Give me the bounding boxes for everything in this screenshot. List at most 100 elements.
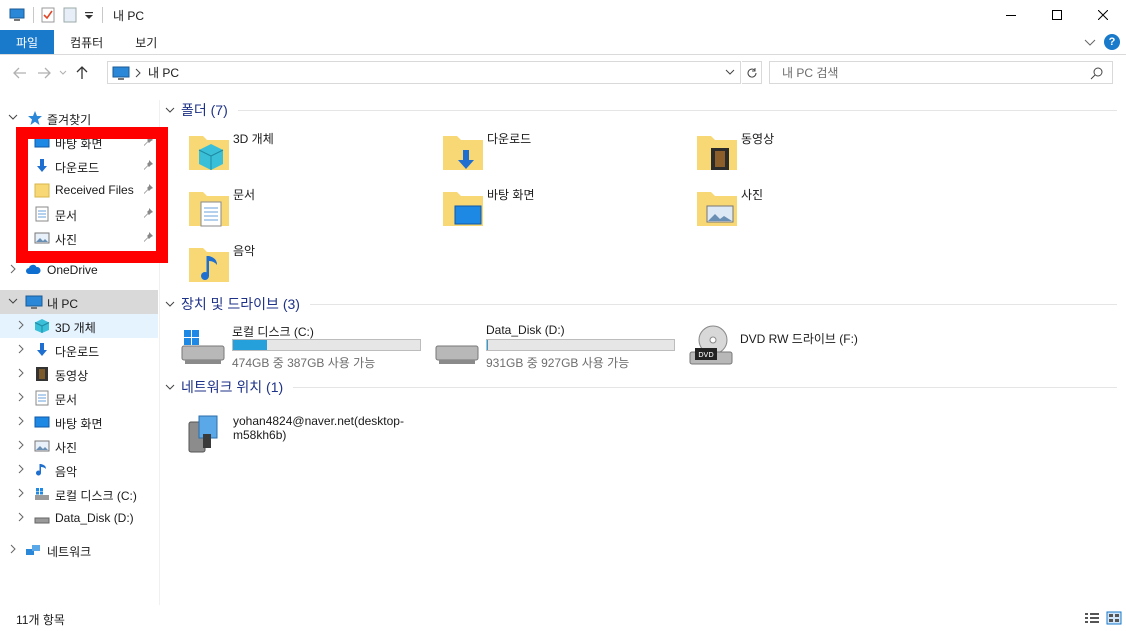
sidebar-item-quick-access[interactable]: 즐겨찾기: [0, 106, 158, 130]
refresh-icon: [747, 67, 757, 78]
sidebar-item-this-pc[interactable]: 내 PC: [0, 290, 158, 314]
view-switcher: [1084, 611, 1122, 625]
folder-downloads[interactable]: 다운로드: [439, 128, 689, 180]
pin-icon[interactable]: [142, 183, 154, 195]
pin-icon[interactable]: [142, 207, 154, 219]
folder-downloads-icon: [443, 136, 483, 170]
chevron-right-icon[interactable]: [16, 343, 26, 355]
sidebar-item-downloads[interactable]: 다운로드: [0, 154, 158, 178]
back-button[interactable]: [8, 61, 32, 85]
chevron-down-icon[interactable]: [165, 105, 175, 115]
folder-music[interactable]: 음악: [185, 240, 435, 292]
folder-documents[interactable]: 문서: [185, 184, 435, 236]
tab-view[interactable]: 보기: [119, 30, 173, 54]
group-header-folders[interactable]: 폴더 (7): [165, 99, 1117, 121]
pin-icon[interactable]: [142, 231, 154, 243]
sidebar-item-received-files[interactable]: Received Files: [0, 178, 158, 202]
chevron-right-icon[interactable]: [16, 439, 26, 451]
breadcrumb-separator-icon[interactable]: [134, 68, 142, 78]
sidebar-item-local-disk-c[interactable]: 로컬 디스크 (C:): [0, 482, 158, 506]
chevron-down-icon[interactable]: [165, 382, 175, 392]
new-folder-icon[interactable]: [62, 7, 78, 23]
sidebar-item-documents-pc[interactable]: 문서: [0, 386, 158, 410]
properties-icon[interactable]: [40, 7, 56, 23]
chevron-right-icon[interactable]: [16, 511, 26, 523]
chevron-down-icon[interactable]: [165, 299, 175, 309]
chevron-right-icon[interactable]: [16, 367, 26, 379]
chevron-right-icon[interactable]: [8, 543, 18, 555]
group-divider: [293, 386, 1117, 388]
svg-text:DVD: DVD: [698, 351, 713, 359]
drive-usage-bar: [486, 339, 675, 351]
drive-free-space: 474GB 중 387GB 사용 가능: [232, 356, 376, 370]
tab-computer[interactable]: 컴퓨터: [54, 30, 119, 54]
ribbon-right-controls: ?: [1084, 34, 1120, 50]
sidebar-item-label: 바탕 화면: [55, 137, 103, 151]
download-arrow-icon: [37, 159, 47, 172]
chevron-down-icon[interactable]: [8, 111, 18, 123]
customize-toolbar-icon[interactable]: [84, 7, 94, 23]
sidebar-item-network[interactable]: 네트워크: [0, 538, 158, 562]
folder-desktop[interactable]: 바탕 화면: [439, 184, 689, 236]
quick-access-toolbar: 내 PC: [0, 0, 144, 30]
large-icons-view-icon[interactable]: [1106, 611, 1122, 625]
group-header-label: 폴더 (7): [181, 102, 228, 118]
chevron-right-icon[interactable]: [16, 487, 26, 499]
maximize-icon: [1052, 10, 1062, 20]
group-header-devices[interactable]: 장치 및 드라이브 (3): [165, 293, 1117, 315]
sidebar-item-documents[interactable]: 문서: [0, 202, 158, 226]
folder-pictures[interactable]: 사진: [693, 184, 943, 236]
sidebar-item-data-disk-d[interactable]: Data_Disk (D:): [0, 506, 158, 530]
refresh-button[interactable]: [742, 61, 762, 84]
chevron-right-icon[interactable]: [8, 263, 18, 275]
folder-label: 바탕 화면: [487, 188, 535, 202]
recent-locations-button[interactable]: [56, 61, 70, 85]
sidebar-item-onedrive[interactable]: OneDrive: [0, 258, 158, 282]
close-button[interactable]: [1080, 0, 1126, 30]
drive-dvd-f[interactable]: DVD DVD RW 드라이브 (F:): [673, 322, 923, 368]
help-icon[interactable]: ?: [1104, 34, 1120, 50]
pin-icon[interactable]: [142, 159, 154, 171]
document-icon: [35, 390, 49, 406]
address-dropdown-icon[interactable]: [724, 65, 736, 79]
close-icon: [1098, 10, 1108, 20]
network-location-item[interactable]: yohan4824@naver.net(desktop-m58kh6b): [185, 408, 485, 458]
sidebar-item-3d-objects[interactable]: 3D 개체: [0, 314, 158, 338]
pin-icon[interactable]: [142, 135, 154, 147]
search-icon[interactable]: [1090, 66, 1104, 80]
search-input[interactable]: 내 PC 검색: [769, 61, 1113, 84]
folder-pictures-icon: [697, 192, 737, 226]
drive-usage-fill: [487, 340, 488, 350]
breadcrumb-this-pc[interactable]: 내 PC: [148, 64, 179, 81]
search-placeholder: 내 PC 검색: [782, 66, 839, 80]
folder-label: 동영상: [741, 132, 775, 146]
forward-button[interactable]: [32, 61, 56, 85]
folder-3d-objects[interactable]: 3D 개체: [185, 128, 435, 180]
group-header-network-locations[interactable]: 네트워크 위치 (1): [165, 376, 1117, 398]
folder-videos[interactable]: 동영상: [693, 128, 943, 180]
details-view-icon[interactable]: [1084, 611, 1100, 625]
sidebar-item-pictures[interactable]: 사진: [0, 226, 158, 250]
expand-ribbon-icon[interactable]: [1084, 37, 1096, 47]
sidebar-item-downloads-pc[interactable]: 다운로드: [0, 338, 158, 362]
sidebar-item-desktop-pc[interactable]: 바탕 화면: [0, 410, 158, 434]
chevron-right-icon[interactable]: [16, 319, 26, 331]
drive-local-disk-c[interactable]: 로컬 디스크 (C:) 474GB 중 387GB 사용 가능: [165, 322, 421, 370]
chevron-down-icon[interactable]: [8, 295, 18, 307]
minimize-button[interactable]: [988, 0, 1034, 30]
desktop-icon: [34, 416, 50, 428]
sidebar-item-label: 사진: [55, 441, 78, 455]
sidebar-item-desktop[interactable]: 바탕 화면: [0, 130, 158, 154]
chevron-right-icon[interactable]: [16, 415, 26, 427]
drive-data-disk-d[interactable]: Data_Disk (D:) 931GB 중 927GB 사용 가능: [419, 322, 675, 370]
address-bar[interactable]: 내 PC: [107, 61, 741, 84]
sidebar-item-pictures-pc[interactable]: 사진: [0, 434, 158, 458]
chevron-right-icon[interactable]: [16, 463, 26, 475]
chevron-right-icon[interactable]: [16, 391, 26, 403]
up-button[interactable]: [70, 61, 94, 85]
maximize-button[interactable]: [1034, 0, 1080, 30]
sidebar-item-music[interactable]: 음악: [0, 458, 158, 482]
tab-file[interactable]: 파일: [0, 30, 55, 54]
dvd-drive-icon: DVD: [689, 325, 733, 365]
sidebar-item-videos[interactable]: 동영상: [0, 362, 158, 386]
